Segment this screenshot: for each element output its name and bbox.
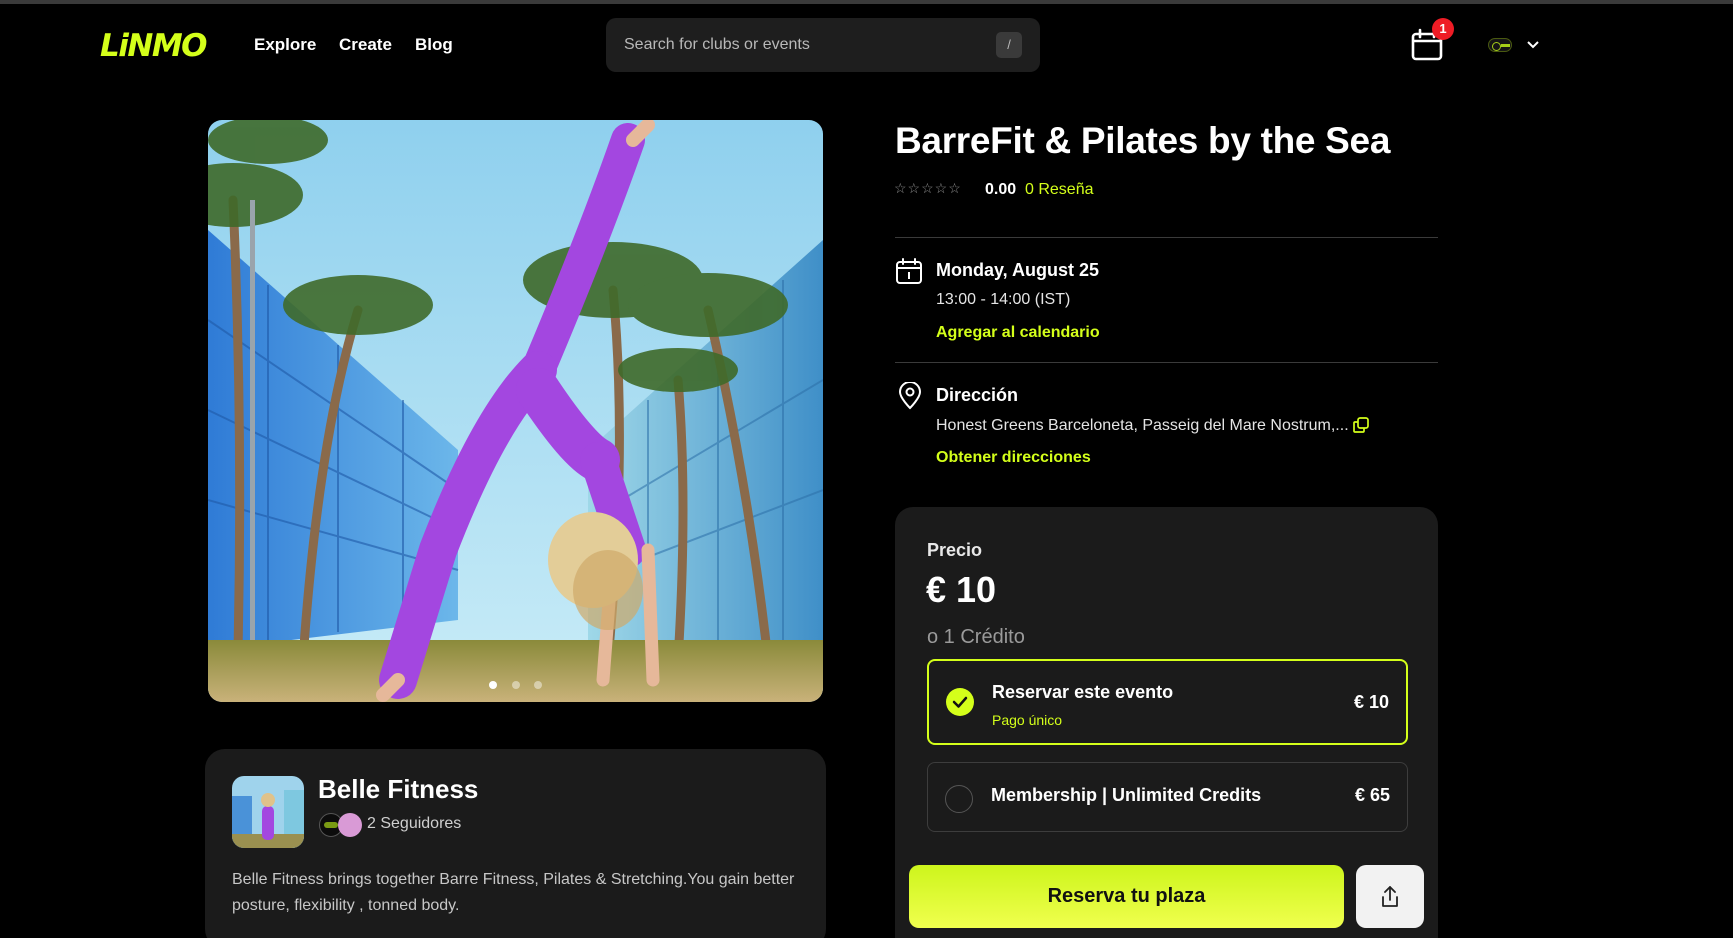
- chevron-down-icon: [1527, 41, 1539, 49]
- divider: [895, 237, 1438, 238]
- linmo-logo[interactable]: LiNMO: [100, 28, 208, 64]
- address-title: Dirección: [936, 385, 1019, 405]
- option-price: € 65: [1354, 785, 1390, 805]
- event-date: Monday, August 25: [936, 260, 1100, 280]
- club-name[interactable]: Belle Fitness: [318, 774, 478, 805]
- event-image-carousel[interactable]: [208, 120, 823, 702]
- price-amount: € 10: [926, 569, 997, 610]
- followers-count: 2 Seguidores: [367, 815, 462, 832]
- carousel-dot[interactable]: [489, 681, 498, 689]
- club-avatar-image: [232, 776, 304, 848]
- share-icon: [1382, 886, 1398, 907]
- club-card[interactable]: Belle Fitness 2 Seguidores Belle Fitness…: [205, 749, 826, 938]
- book-now-button[interactable]: Reserva tu plaza: [909, 865, 1344, 928]
- nav-explore[interactable]: Explore: [254, 35, 316, 55]
- check-icon: [952, 696, 968, 708]
- avatar: [1488, 38, 1512, 52]
- option-subtitle: Pago único: [992, 712, 1063, 728]
- rating-value: 0.00: [985, 181, 1017, 198]
- profile-menu[interactable]: [1488, 34, 1544, 56]
- carousel-dots: [208, 676, 823, 694]
- option-name: Reservar este evento: [992, 682, 1174, 702]
- nav-create[interactable]: Create: [339, 35, 392, 55]
- search-input[interactable]: [624, 18, 984, 72]
- get-directions-link[interactable]: Obtener direcciones: [936, 449, 1091, 467]
- option-name: Membership | Unlimited Credits: [991, 785, 1262, 805]
- event-address: Honest Greens Barceloneta, Passeig del M…: [936, 417, 1349, 434]
- unselected-radio[interactable]: [945, 785, 973, 813]
- calendar-icon: [896, 258, 922, 284]
- search-shortcut-key: /: [996, 32, 1022, 58]
- location-pin-icon: [898, 382, 922, 410]
- cart-count-badge: 1: [1432, 18, 1454, 40]
- pricing-card: Precio € 10 o 1 Crédito Reservar este ev…: [895, 507, 1438, 938]
- option-price: € 10: [1353, 692, 1389, 712]
- club-description: Belle Fitness brings together Barre Fitn…: [232, 871, 795, 914]
- event-title: BarreFit & Pilates by the Sea: [895, 120, 1391, 161]
- price-credit: o 1 Crédito: [927, 626, 1025, 648]
- option-single-booking[interactable]: Reservar este evento Pago único € 10: [927, 659, 1408, 745]
- selected-radio[interactable]: [946, 688, 974, 716]
- club-avatar[interactable]: [232, 776, 304, 848]
- rating-stars: ☆☆☆☆☆: [894, 180, 962, 196]
- add-to-calendar-link[interactable]: Agregar al calendario: [936, 324, 1100, 342]
- event-time: 13:00 - 14:00 (IST): [936, 291, 1071, 308]
- copy-icon[interactable]: [1352, 416, 1370, 434]
- option-membership[interactable]: Membership | Unlimited Credits € 65: [927, 762, 1408, 832]
- search-bar[interactable]: /: [606, 18, 1040, 72]
- follower-avatar: [338, 813, 362, 837]
- share-button[interactable]: [1356, 865, 1424, 928]
- price-label: Precio: [927, 540, 983, 560]
- window-top-border: [0, 0, 1733, 4]
- carousel-dot[interactable]: [533, 681, 542, 689]
- nav-blog[interactable]: Blog: [415, 35, 453, 55]
- reviews-link[interactable]: 0 Reseña: [1025, 181, 1094, 199]
- carousel-dot[interactable]: [511, 681, 520, 689]
- event-photo: [208, 120, 823, 702]
- divider: [895, 362, 1438, 363]
